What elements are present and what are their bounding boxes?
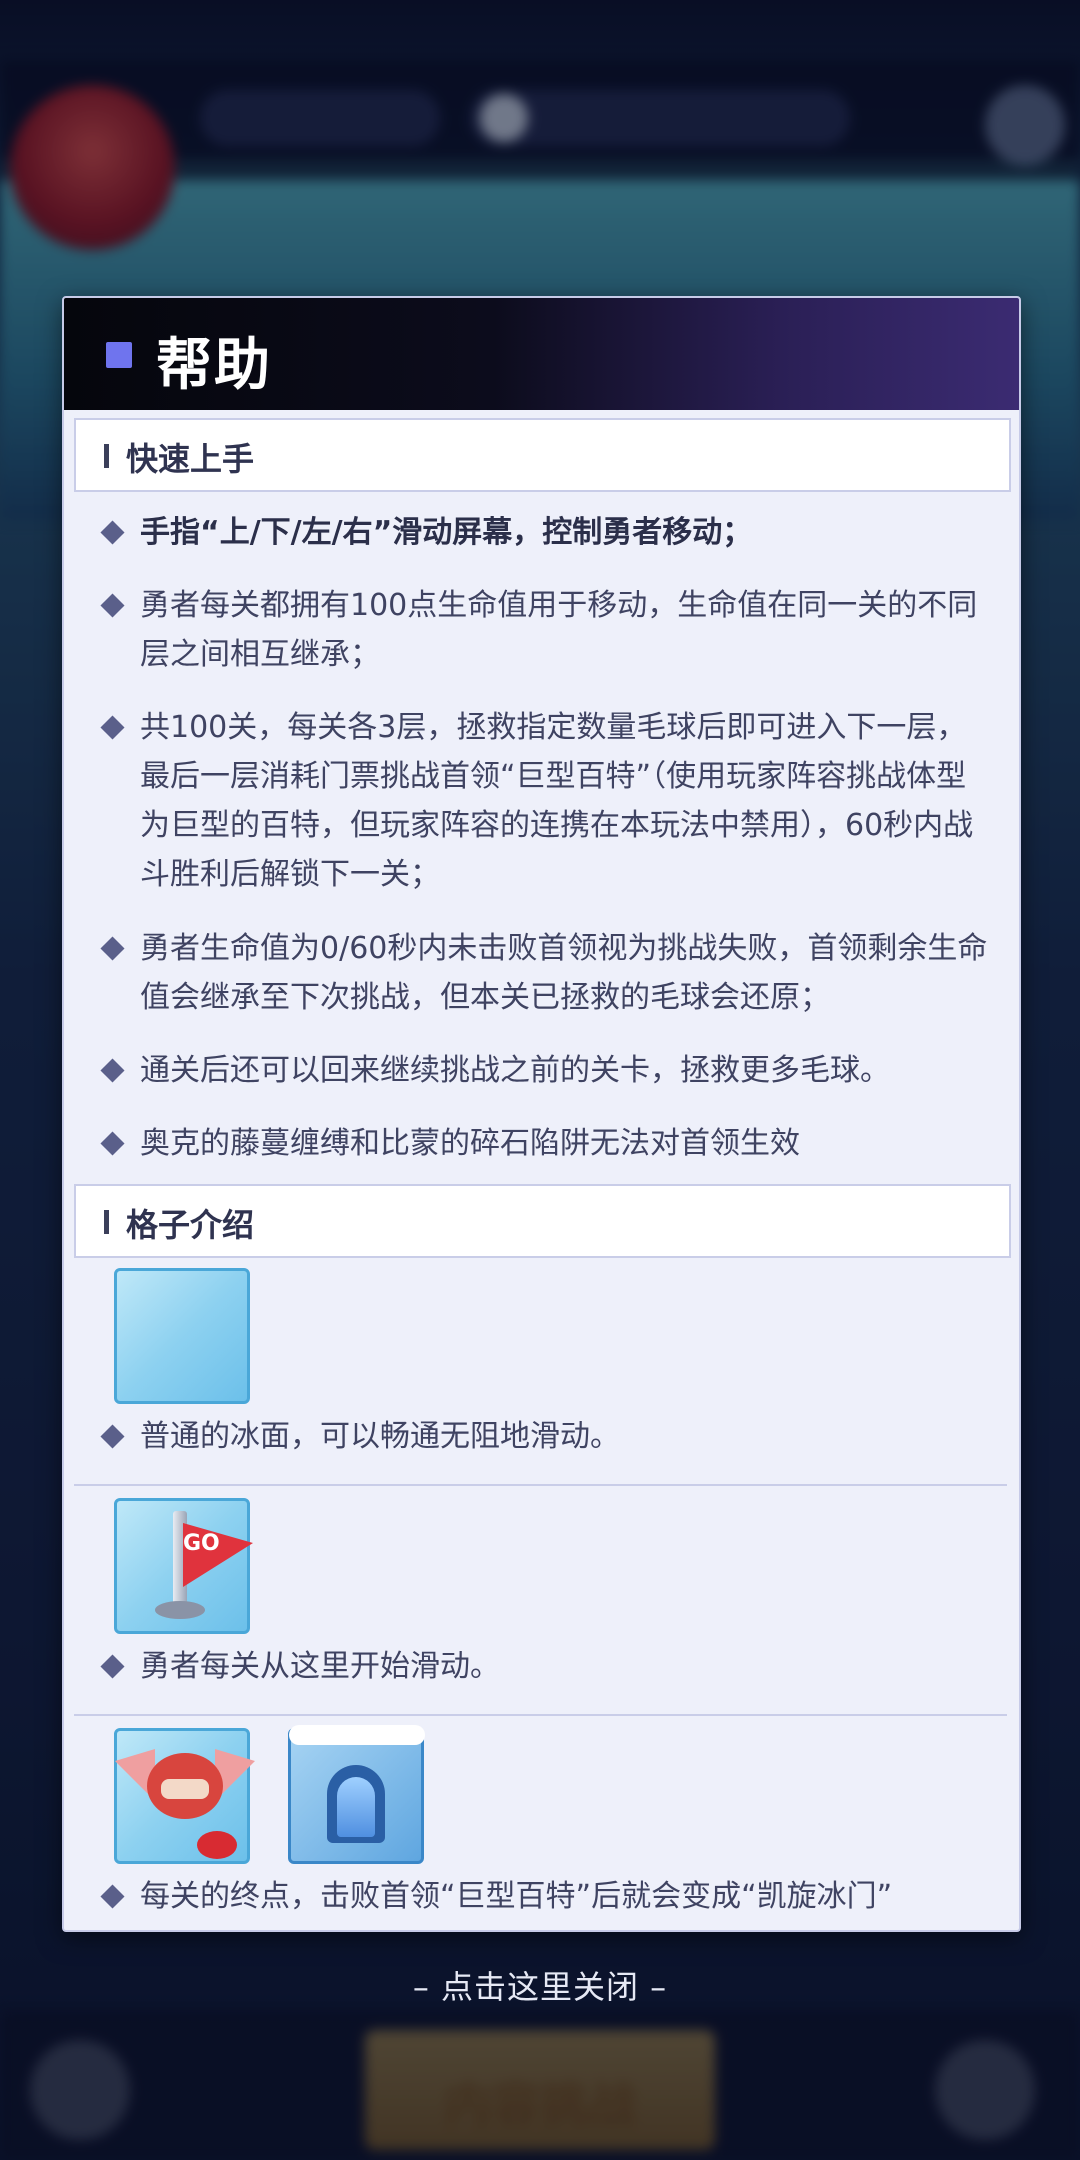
gate-snow — [289, 1725, 425, 1745]
diamond-bullet-icon — [100, 936, 125, 961]
dialog-header: 帮助 — [64, 298, 1019, 410]
diamond-bullet-icon — [100, 1424, 125, 1449]
tile-description: 普通的冰面，可以畅通无阻地滑动。 — [140, 1419, 620, 1454]
section-bar-icon — [104, 1210, 109, 1234]
tile-description: 每关的终点，击败首领“巨型百特”后就会变成“凯旋冰门” — [140, 1879, 893, 1914]
diamond-bullet-icon — [100, 520, 125, 545]
diamond-bullet-icon — [100, 1654, 125, 1679]
diamond-bullet-icon — [100, 715, 125, 740]
list-item-text: 奥克的藤蔓缠缚和比蒙的碎石陷阱无法对首领生效 — [140, 1126, 800, 1161]
list-item-text: 通关后还可以回来继续挑战之前的关卡，拯救更多毛球。 — [140, 1053, 890, 1088]
ice-gate-icon — [288, 1725, 425, 1864]
tile-divider — [74, 1484, 1007, 1486]
section-title: 快速上手 — [126, 440, 255, 478]
section-title: 格子介绍 — [126, 1206, 255, 1244]
dialog-scroll-content[interactable]: 快速上手 手指“上/下/左/右”滑动屏幕，控制勇者移动； 勇者每关都拥有100点… — [64, 410, 1019, 1930]
list-item-text: 共100关，每关各3层，拯救指定数量毛球后即可进入下一层，最后一层消耗门票挑战首… — [140, 710, 974, 892]
boss-face — [161, 1779, 209, 1799]
diamond-bullet-icon — [100, 1131, 125, 1156]
title-marker-icon — [106, 342, 132, 368]
diamond-bullet-icon — [100, 1058, 125, 1083]
start-flag-icon: GO — [114, 1498, 253, 1634]
gate-portal — [337, 1777, 375, 1837]
ice-tile-icon — [114, 1268, 250, 1404]
flag-label: GO — [183, 1531, 220, 1556]
boss-baite-icon — [114, 1728, 255, 1864]
boss-minion — [197, 1831, 237, 1859]
list-item-text: 勇者每关都拥有100点生命值用于移动，生命值在同一关的不同层之间相互继承； — [140, 588, 978, 672]
section-header-quick-start: 快速上手 — [74, 418, 1011, 492]
close-hint-button[interactable]: – 点击这里关闭 – — [0, 1962, 1080, 2008]
section-header-grid-intro: 格子介绍 — [74, 1184, 1011, 1258]
section-bar-icon — [104, 444, 109, 468]
flag-base — [155, 1601, 205, 1619]
list-item-text: 手指“上/下/左/右”滑动屏幕，控制勇者移动； — [140, 515, 753, 550]
dialog-title: 帮助 — [156, 332, 272, 398]
help-dialog: 帮助 快速上手 手指“上/下/左/右”滑动屏幕，控制勇者移动； 勇者每关都拥有1… — [62, 296, 1021, 1932]
list-item-text: 勇者生命值为0/60秒内未击败首领视为挑战失败，首领剩余生命值会继承至下次挑战，… — [140, 931, 988, 1015]
diamond-bullet-icon — [100, 593, 125, 618]
diamond-bullet-icon — [100, 1884, 125, 1909]
tile-divider — [74, 1714, 1007, 1716]
tile-description: 勇者每关从这里开始滑动。 — [140, 1649, 500, 1684]
